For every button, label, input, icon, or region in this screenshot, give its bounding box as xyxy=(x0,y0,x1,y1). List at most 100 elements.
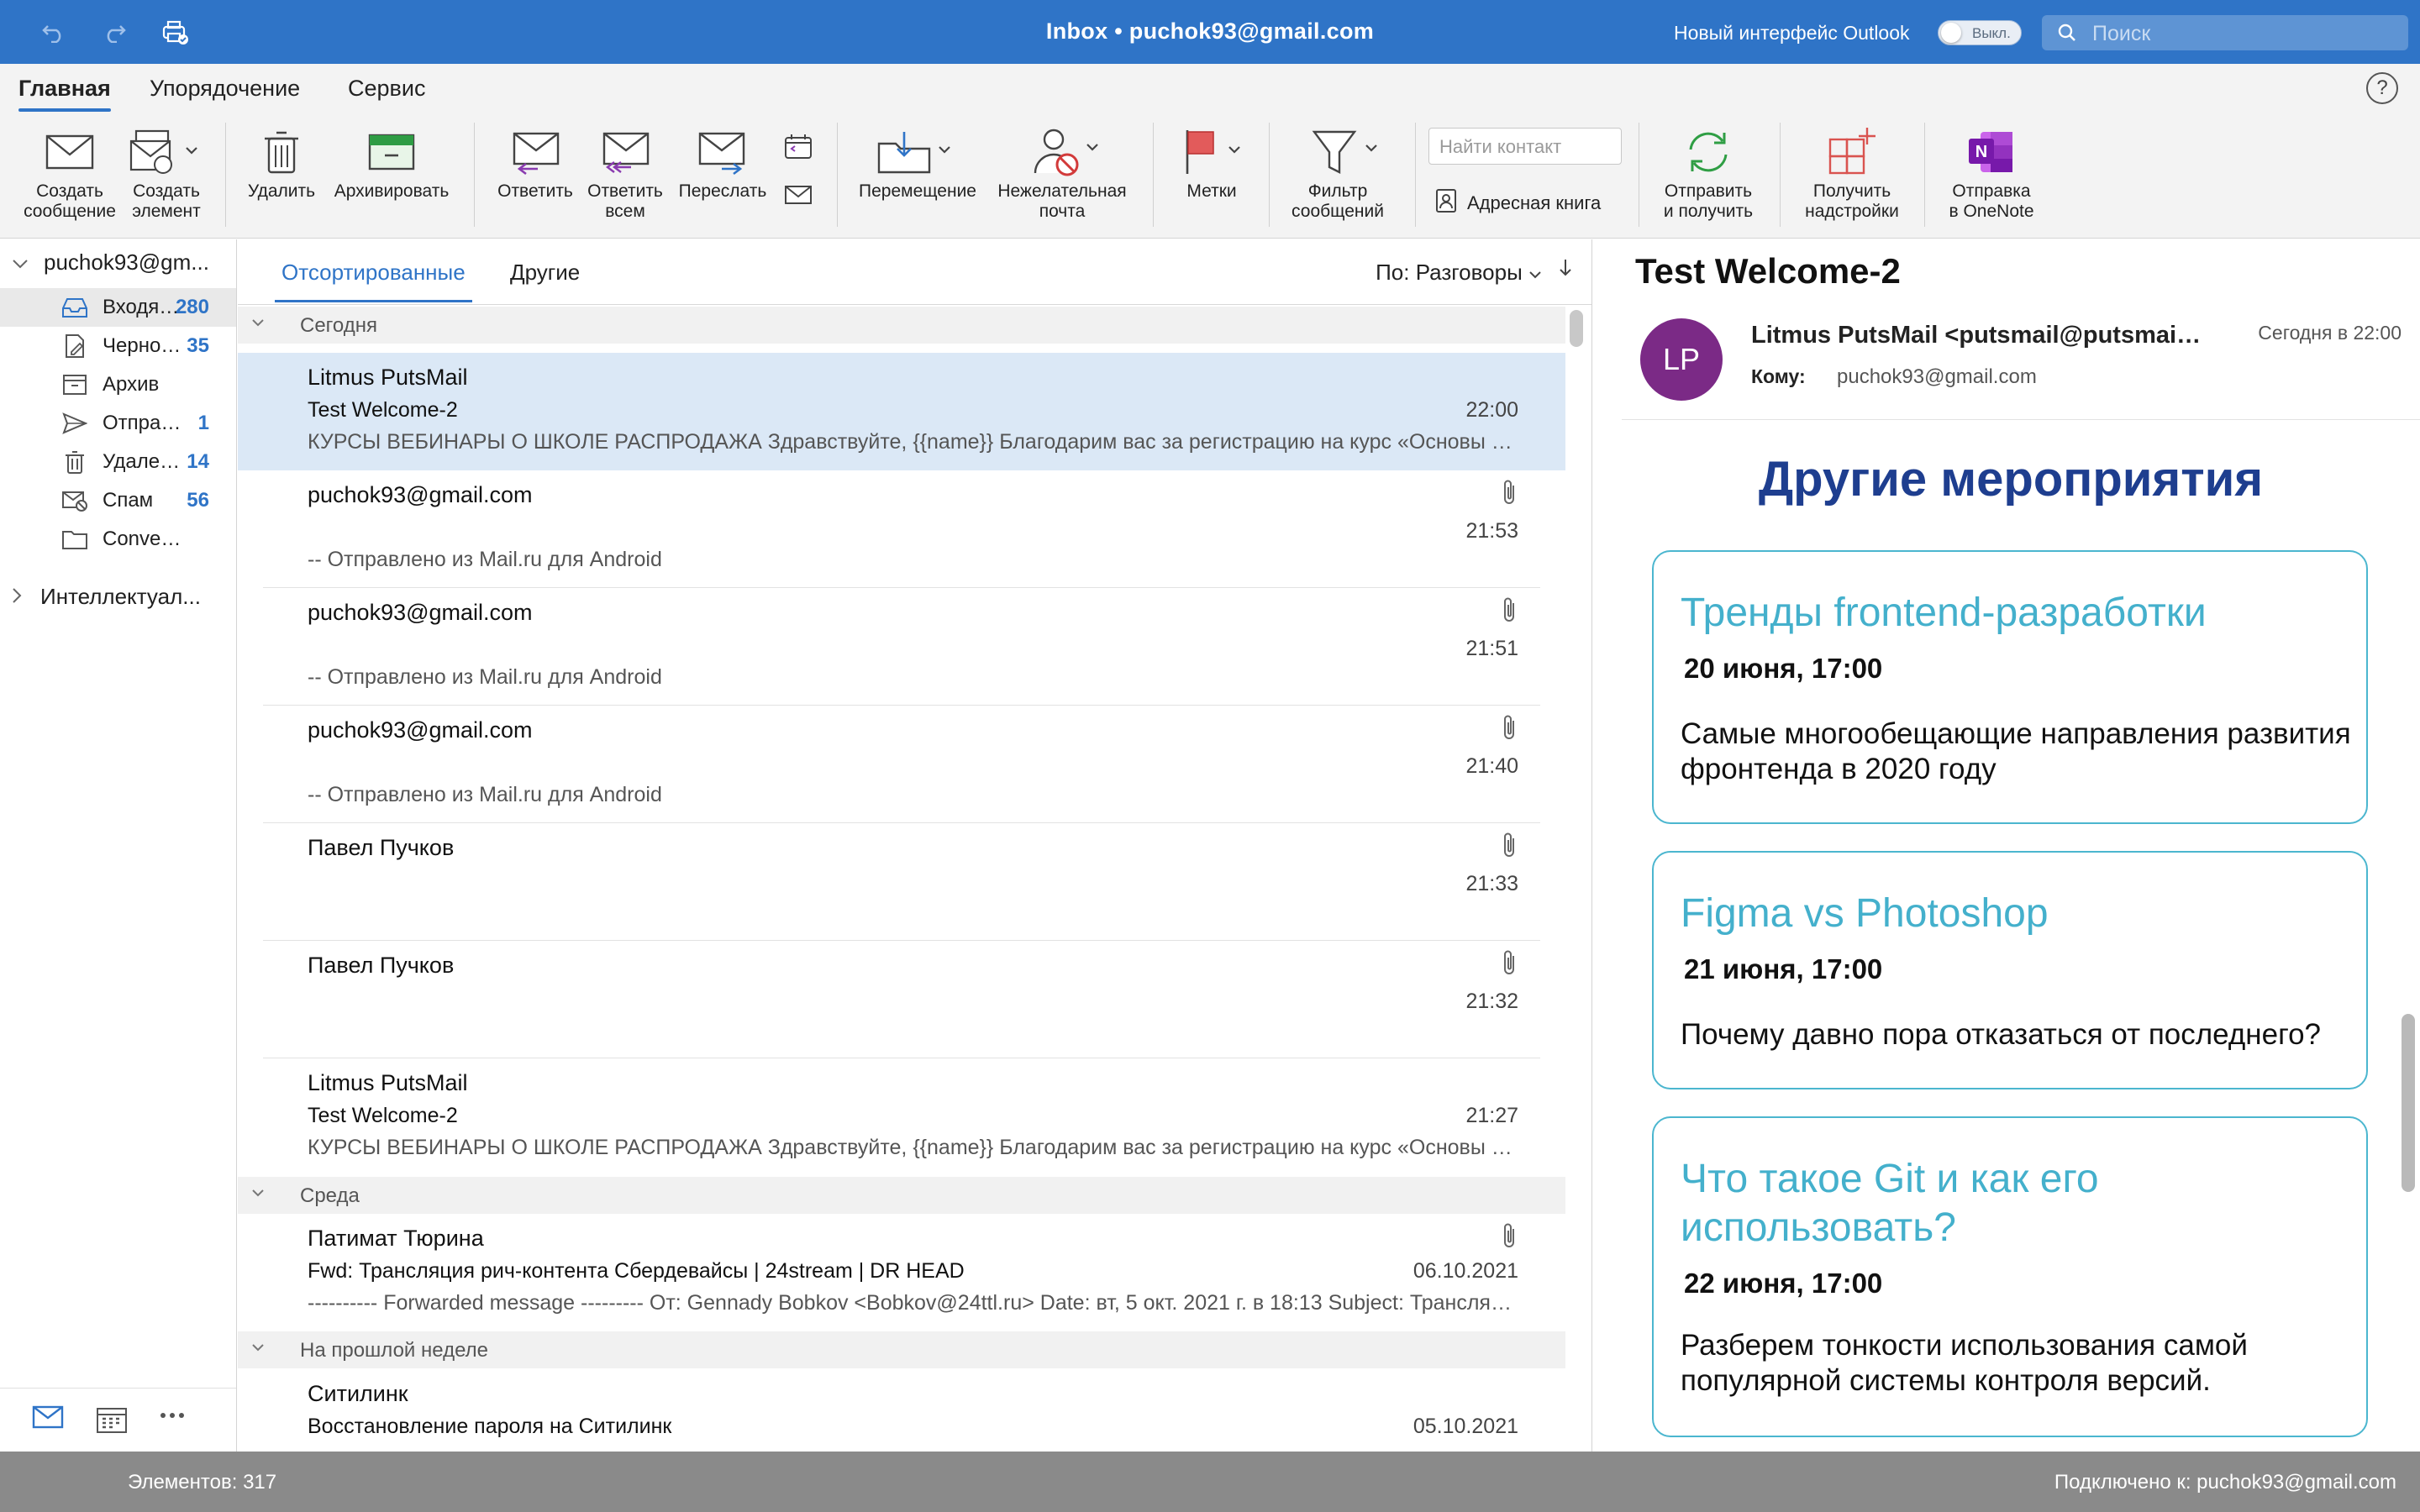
ribbon-divider xyxy=(1924,123,1925,227)
list-item[interactable]: Litmus PutsMail Test Welcome-2 21:27 КУР… xyxy=(238,1058,1565,1176)
archive-button[interactable]: Архивировать xyxy=(326,123,457,202)
event-card[interactable]: Тренды frontend-разработки 20 июня, 17:0… xyxy=(1652,550,2368,824)
message-preview: КУРСЫ ВЕБИНАРЫ О ШКОЛЕ РАСПРОДАЖА Здравс… xyxy=(308,1136,1518,1159)
ribbon-divider xyxy=(1153,123,1154,227)
folder-name: Отправленные xyxy=(103,412,187,434)
flags-button[interactable]: Метки xyxy=(1170,123,1254,202)
send-to-onenote-button[interactable]: N Отправка в OneNote xyxy=(1938,123,2045,222)
folder-spam[interactable]: Спам 56 xyxy=(0,481,236,520)
group-header-last-week[interactable]: На прошлой неделе xyxy=(238,1331,1565,1368)
flags-label: Метки xyxy=(1186,181,1237,201)
send-receive-button[interactable]: Отправить и получить xyxy=(1650,123,1766,222)
group-header-wednesday[interactable]: Среда xyxy=(238,1177,1565,1214)
event-title[interactable]: Что такое Git и как его использовать? xyxy=(1681,1155,2151,1252)
email-sender[interactable]: Litmus PutsMail <putsmail@putsmail.com> xyxy=(1751,322,2205,349)
header-divider xyxy=(1622,419,2420,420)
reply-all-button[interactable]: Ответить всем xyxy=(580,123,671,222)
junk-button[interactable]: Нежелательная почта xyxy=(988,123,1136,222)
list-item[interactable]: Litmus PutsMail Test Welcome-2 22:00 КУР… xyxy=(238,353,1565,470)
folder-conversation-history[interactable]: Conversation History xyxy=(0,520,236,559)
delete-button[interactable]: Удалить xyxy=(237,123,326,202)
chevron-right-icon[interactable] xyxy=(12,584,22,610)
list-item[interactable]: Павел Пучков 21:33 xyxy=(238,823,1565,941)
chevron-down-icon xyxy=(1528,260,1542,285)
new-message-label-2: сообщение xyxy=(24,202,116,221)
event-title[interactable]: Figma vs Photoshop xyxy=(1681,890,2049,938)
forward-button[interactable]: Переслать xyxy=(672,123,773,202)
get-addins-button[interactable]: Получить надстройки xyxy=(1793,123,1911,222)
event-date: 21 июня, 17:00 xyxy=(1684,953,1883,984)
move-label: Перемещение xyxy=(859,181,976,201)
list-item[interactable]: Ситилинк Восстановление пароля на Ситили… xyxy=(238,1369,1565,1452)
message-sender: Павел Пучков xyxy=(308,953,455,978)
onenote-label-2: в OneNote xyxy=(1949,202,2034,221)
folder-inbox[interactable]: Входящие 280 xyxy=(0,288,236,327)
more-respond-icon xyxy=(775,181,822,212)
tab-other[interactable]: Другие xyxy=(510,260,580,286)
list-item[interactable]: Павел Пучков 21:32 xyxy=(238,941,1565,1058)
chevron-down-icon[interactable] xyxy=(12,249,29,276)
list-item[interactable]: Патимат Тюрина Fwd: Трансляция рич-конте… xyxy=(238,1214,1565,1331)
new-message-button[interactable]: Создать сообщение xyxy=(17,123,123,222)
junk-label-2: почта xyxy=(1039,202,1086,221)
list-item[interactable]: puchok93@gmail.com 21:53 -- Отправлено и… xyxy=(238,470,1565,588)
folder-name: Спам xyxy=(103,489,154,512)
sort-direction-icon[interactable] xyxy=(1559,258,1572,284)
sort-dropdown[interactable]: По: Разговоры xyxy=(1376,260,1542,286)
account-name: puchok93@gm... xyxy=(44,249,209,275)
folder-name: Входящие xyxy=(103,296,187,318)
folder-drafts[interactable]: Черновики 35 xyxy=(0,327,236,365)
new-outlook-toggle[interactable]: Выкл. xyxy=(1938,20,2022,45)
calendar-icon[interactable] xyxy=(96,1405,128,1438)
event-card[interactable]: Figma vs Photoshop 21 июня, 17:00 Почему… xyxy=(1652,851,2368,1089)
tab-focused[interactable]: Отсортированные xyxy=(275,260,472,302)
group-header-today[interactable]: Сегодня xyxy=(238,307,1565,344)
trash-icon xyxy=(237,123,326,181)
list-scrollbar[interactable] xyxy=(1570,310,1583,347)
move-button[interactable]: Перемещение xyxy=(850,123,985,202)
account-header[interactable]: puchok93@gm... xyxy=(12,249,209,276)
folder-name: Удаленные xyxy=(103,450,187,473)
ribbon-divider xyxy=(474,123,475,227)
message-time: 21:27 xyxy=(1465,1104,1518,1127)
get-addins-label-1: Получить xyxy=(1812,181,1891,201)
tab-tools[interactable]: Сервис xyxy=(348,76,425,102)
tab-home[interactable]: Главная xyxy=(18,76,111,112)
find-contact-input[interactable]: Найти контакт xyxy=(1428,128,1622,165)
spam-icon xyxy=(60,486,89,515)
folder-deleted[interactable]: Удаленные 14 xyxy=(0,443,236,481)
mail-icon[interactable] xyxy=(32,1405,64,1433)
delete-label: Удалить xyxy=(247,181,316,201)
search-box[interactable]: Поиск xyxy=(2042,15,2408,50)
unread-count: 14 xyxy=(187,450,209,473)
folder-archive[interactable]: Архив xyxy=(0,365,236,404)
address-book-button[interactable]: Адресная книга xyxy=(1435,188,1601,218)
reply-button[interactable]: Ответить xyxy=(491,123,580,202)
tab-organize[interactable]: Упорядочение xyxy=(150,76,300,102)
new-item-button[interactable]: Создать элемент xyxy=(124,123,208,222)
reading-scrollbar[interactable] xyxy=(2402,1014,2415,1192)
email-recipient[interactable]: puchok93@gmail.com xyxy=(1837,365,2037,389)
avatar[interactable]: LP xyxy=(1640,318,1723,401)
smart-folders[interactable]: Интеллектуал... xyxy=(12,584,201,610)
folder-name: Conversation History xyxy=(103,528,187,550)
more-icon[interactable] xyxy=(160,1409,185,1424)
paperclip-icon xyxy=(1502,479,1518,512)
event-title[interactable]: Тренды frontend-разработки xyxy=(1681,589,2207,638)
folder-sent[interactable]: Отправленные 1 xyxy=(0,404,236,443)
new-item-icon xyxy=(124,123,208,181)
message-subject: Восстановление пароля на Ситилинк xyxy=(308,1415,672,1438)
new-outlook-label: Новый интерфейс Outlook xyxy=(1674,22,1910,44)
message-sender: Litmus PutsMail xyxy=(308,365,468,390)
meeting-reply-button[interactable] xyxy=(775,133,822,212)
event-card[interactable]: Что такое Git и как его использовать? 22… xyxy=(1652,1116,2368,1437)
chevron-down-icon xyxy=(250,1338,266,1362)
email-subject: Test Welcome-2 xyxy=(1635,251,1901,291)
list-item[interactable]: puchok93@gmail.com 21:40 -- Отправлено и… xyxy=(238,706,1565,823)
list-item[interactable]: puchok93@gmail.com 21:51 -- Отправлено и… xyxy=(238,588,1565,706)
message-subject: Fwd: Трансляция рич-контента Сбердевайсы… xyxy=(308,1259,965,1283)
help-icon[interactable]: ? xyxy=(2366,72,2398,104)
archive-icon xyxy=(60,370,89,399)
filter-button[interactable]: Фильтр сообщений xyxy=(1279,123,1397,222)
filter-label-1: Фильтр xyxy=(1307,181,1368,201)
